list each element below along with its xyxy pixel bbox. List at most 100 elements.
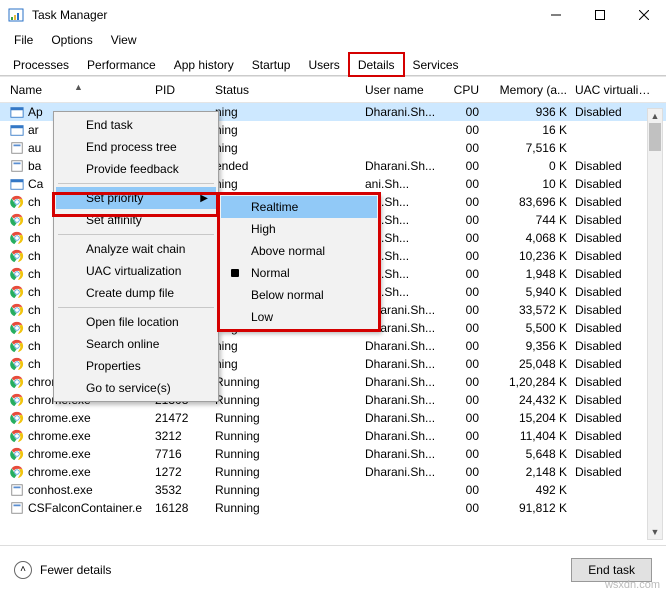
menu-view[interactable]: View: [103, 31, 145, 49]
process-name: ch: [28, 231, 41, 245]
fewer-details-button[interactable]: ˄ Fewer details: [14, 561, 111, 579]
table-row[interactable]: chrome.exe3212RunningDharani.Sh...0011,4…: [0, 427, 666, 445]
col-pid[interactable]: PID: [151, 83, 211, 97]
column-header-row: Name▲ PID Status User name CPU Memory (a…: [0, 77, 666, 103]
table-row[interactable]: chrome.exe21472RunningDharani.Sh...0015,…: [0, 409, 666, 427]
footer: ˄ Fewer details End task: [0, 545, 666, 593]
process-name: ch: [28, 357, 41, 371]
menu-item-set-priority[interactable]: Set priority▶: [56, 187, 216, 209]
menu-item-properties[interactable]: Properties: [56, 355, 216, 377]
process-name: au: [28, 141, 41, 155]
process-user: Dharani.Sh...: [361, 357, 441, 371]
tab-processes[interactable]: Processes: [4, 53, 78, 76]
col-mem[interactable]: Memory (a...: [483, 83, 571, 97]
process-cpu: 00: [441, 195, 483, 209]
scroll-down-icon[interactable]: ▼: [648, 525, 662, 539]
process-status: Running: [211, 483, 361, 497]
priority-submenu[interactable]: Realtime High Above normalNormalBelow norm…: [218, 193, 380, 331]
process-mem: 5,500 K: [483, 321, 571, 335]
process-cpu: 00: [441, 393, 483, 407]
col-status[interactable]: Status: [211, 83, 361, 97]
menu-item-search-online[interactable]: Search online: [56, 333, 216, 355]
menu-item-normal[interactable]: Normal: [221, 262, 377, 284]
tab-startup[interactable]: Startup: [243, 53, 300, 76]
process-cpu: 00: [441, 321, 483, 335]
menu-item-end-task[interactable]: End task: [56, 114, 216, 136]
process-icon: [10, 195, 24, 209]
process-icon: [10, 159, 24, 173]
menu-item-realtime[interactable]: Realtime: [221, 196, 377, 218]
table-row[interactable]: conhost.exe3532Running00492 K: [0, 481, 666, 499]
menu-item-create-dump-file[interactable]: Create dump file: [56, 282, 216, 304]
process-name: chrome.exe: [28, 429, 91, 443]
menu-item-go-to-service-s-[interactable]: Go to service(s): [56, 377, 216, 399]
process-name: chrome.exe: [28, 465, 91, 479]
process-mem: 936 K: [483, 105, 571, 119]
process-icon: [10, 105, 24, 119]
vertical-scrollbar[interactable]: ▲ ▼: [647, 108, 663, 540]
col-cpu[interactable]: CPU: [441, 83, 483, 97]
col-name[interactable]: Name▲: [6, 83, 151, 97]
process-name: CSFalconContainer.e: [28, 501, 142, 515]
process-icon: [10, 177, 24, 191]
menu-item-set-affinity[interactable]: Set affinity: [56, 209, 216, 231]
process-pid: 3212: [151, 429, 211, 443]
tab-performance[interactable]: Performance: [78, 53, 165, 76]
context-menu[interactable]: End taskEnd process tree Provide feedback…: [53, 111, 219, 402]
menu-file[interactable]: File: [6, 31, 41, 49]
tab-details[interactable]: Details: [349, 53, 404, 76]
menu-item-analyze-wait-chain[interactable]: Analyze wait chain: [56, 238, 216, 260]
menu-item-above-normal[interactable]: Above normal: [221, 240, 377, 262]
end-task-button[interactable]: End task: [571, 558, 652, 582]
menu-item-open-file-location[interactable]: Open file location: [56, 311, 216, 333]
table-row[interactable]: chrome.exe1272RunningDharani.Sh...002,14…: [0, 463, 666, 481]
process-user: Dharani.Sh...: [361, 411, 441, 425]
process-icon: [10, 429, 24, 443]
process-cpu: 00: [441, 357, 483, 371]
process-user: Dharani.Sh...: [361, 447, 441, 461]
minimize-button[interactable]: [534, 0, 578, 30]
menu-item-label: Search online: [86, 337, 159, 351]
process-mem: 4,068 K: [483, 231, 571, 245]
watermark: wsxdn.com: [605, 579, 660, 591]
process-status: ning: [211, 123, 361, 137]
process-cpu: 00: [441, 177, 483, 191]
process-cpu: 00: [441, 105, 483, 119]
process-icon: [10, 285, 24, 299]
process-status: ning: [211, 339, 361, 353]
table-row[interactable]: CSFalconContainer.e16128Running0091,812 …: [0, 499, 666, 517]
scroll-thumb[interactable]: [649, 123, 661, 151]
tab-app-history[interactable]: App history: [165, 53, 243, 76]
menu-item-low[interactable]: Low: [221, 306, 377, 328]
menu-item-provide-feedback[interactable]: Provide feedback: [56, 158, 216, 180]
process-user: Dharani.Sh...: [361, 375, 441, 389]
menu-item-label: Provide feedback: [86, 162, 179, 176]
process-mem: 11,404 K: [483, 429, 571, 443]
tab-users[interactable]: Users: [299, 53, 348, 76]
menu-item-label: Open file location: [86, 315, 179, 329]
process-name: ch: [28, 303, 41, 317]
scroll-up-icon[interactable]: ▲: [648, 109, 662, 123]
process-cpu: 00: [441, 303, 483, 317]
close-button[interactable]: [622, 0, 666, 30]
process-cpu: 00: [441, 483, 483, 497]
process-mem: 1,948 K: [483, 267, 571, 281]
col-user[interactable]: User name: [361, 83, 441, 97]
menu-item-below-normal[interactable]: Below normal: [221, 284, 377, 306]
menu-item-label: High: [251, 222, 276, 236]
maximize-button[interactable]: [578, 0, 622, 30]
table-row[interactable]: chrome.exe7716RunningDharani.Sh...005,64…: [0, 445, 666, 463]
col-uac[interactable]: UAC virtualizat...: [571, 83, 660, 97]
menu-item-high[interactable]: High: [221, 218, 377, 240]
process-user: Dharani.Sh...: [361, 429, 441, 443]
process-status: Running: [211, 501, 361, 515]
process-cpu: 00: [441, 429, 483, 443]
process-mem: 492 K: [483, 483, 571, 497]
menu-item-uac-virtualization[interactable]: UAC virtualization: [56, 260, 216, 282]
tab-services[interactable]: Services: [404, 53, 468, 76]
menu-item-end-process-tree[interactable]: End process tree: [56, 136, 216, 158]
menu-options[interactable]: Options: [43, 31, 100, 49]
process-pid: 7716: [151, 447, 211, 461]
process-cpu: 00: [441, 411, 483, 425]
process-mem: 9,356 K: [483, 339, 571, 353]
